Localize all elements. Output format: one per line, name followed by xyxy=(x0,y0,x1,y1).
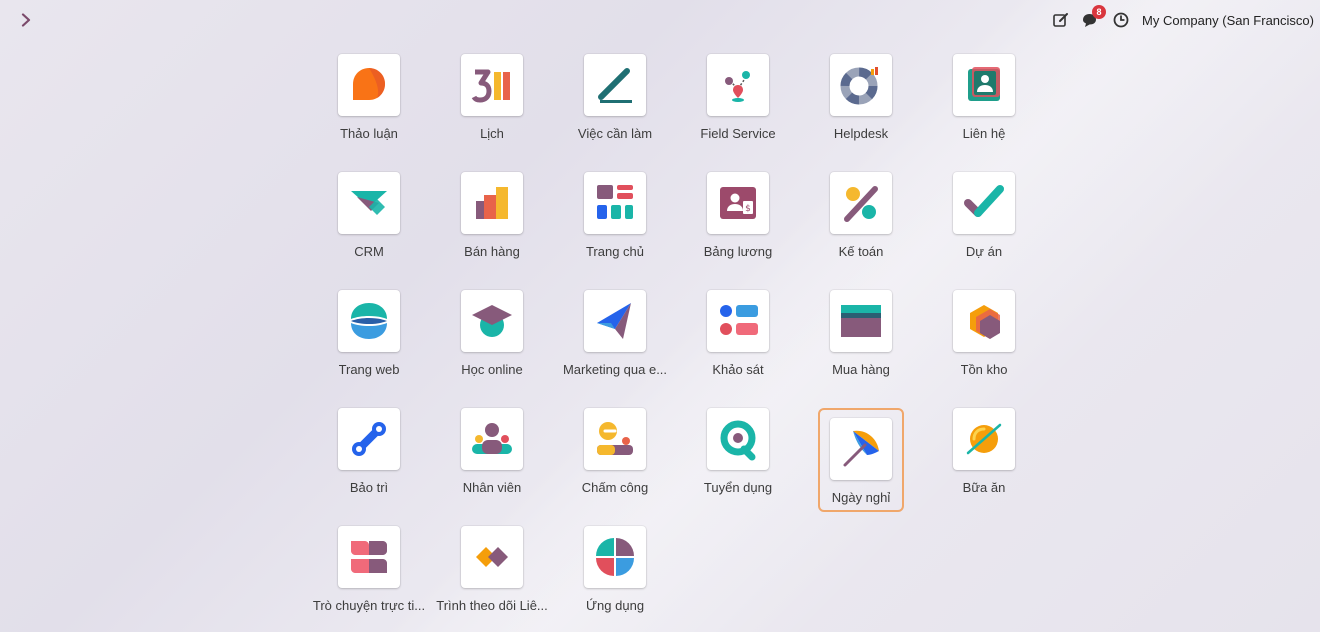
app-helpdesk[interactable]: Helpdesk xyxy=(800,44,922,162)
app-label: Học online xyxy=(461,362,523,377)
contacts-icon xyxy=(968,67,1000,101)
app-label: Mua hàng xyxy=(832,362,890,377)
calendar-icon xyxy=(471,69,510,103)
company-switcher[interactable]: My Company (San Francisco) xyxy=(1142,13,1314,28)
discuss-icon xyxy=(353,68,385,100)
attendance-icon xyxy=(597,422,633,455)
apps-icon xyxy=(596,538,634,576)
app-time-off[interactable]: Ngày nghỉ xyxy=(818,408,904,512)
app-label: Ngày nghỉ xyxy=(831,490,891,505)
recruitment-icon xyxy=(720,420,756,461)
app-sales[interactable]: Bán hàng xyxy=(431,162,553,280)
app-purchase[interactable]: Mua hàng xyxy=(800,280,922,398)
app-label: Ứng dụng xyxy=(585,598,645,613)
link-tracker-icon xyxy=(476,547,508,567)
app-label: Trình theo dõi Liê... xyxy=(436,598,548,613)
app-project[interactable]: Dự án xyxy=(923,162,1045,280)
app-label: Field Service xyxy=(700,126,776,141)
app-label: CRM xyxy=(354,244,384,259)
app-website[interactable]: Trang web xyxy=(308,280,430,398)
employees-icon xyxy=(472,423,512,454)
elearning-icon xyxy=(472,305,512,337)
website-icon xyxy=(351,303,387,339)
dashboard-icon xyxy=(597,185,633,219)
field-service-icon xyxy=(725,71,750,102)
accounting-icon xyxy=(844,186,878,222)
app-label: Lịch xyxy=(480,126,504,141)
app-apps[interactable]: Ứng dụng xyxy=(554,516,676,632)
app-employees[interactable]: Nhân viên xyxy=(431,398,553,516)
app-label: Chấm công xyxy=(581,480,649,495)
lunch-icon xyxy=(966,423,1002,455)
app-inventory[interactable]: Tồn kho xyxy=(923,280,1045,398)
app-attendance[interactable]: Chấm công xyxy=(554,398,676,516)
systray: 8 My Company (San Francisco) xyxy=(1050,5,1314,32)
app-label: Khảo sát xyxy=(712,362,764,377)
helpdesk-icon xyxy=(840,67,878,105)
app-field-service[interactable]: Field Service xyxy=(677,44,799,162)
project-icon xyxy=(964,185,1004,217)
clock-icon xyxy=(1113,12,1129,28)
messages-button[interactable]: 8 xyxy=(1080,5,1107,31)
inventory-icon xyxy=(970,305,1000,339)
payroll-icon: $ xyxy=(720,187,756,219)
app-lunch[interactable]: Bữa ăn xyxy=(923,398,1045,516)
app-label: Marketing qua e... xyxy=(562,362,668,377)
app-live-chat[interactable]: Trò chuyện trực ti... xyxy=(308,516,430,632)
survey-icon xyxy=(720,305,758,335)
app-label: Thảo luận xyxy=(340,126,398,141)
app-label: Helpdesk xyxy=(833,126,889,141)
app-accounting[interactable]: Kế toán xyxy=(800,162,922,280)
app-contacts[interactable]: Liên hệ xyxy=(923,44,1045,162)
app-link-tracker[interactable]: Trình theo dõi Liê... xyxy=(431,516,553,632)
app-elearning[interactable]: Học online xyxy=(431,280,553,398)
app-calendar[interactable]: Lịch xyxy=(431,44,553,162)
activities-button[interactable] xyxy=(1110,9,1132,31)
app-label: Trò chuyện trực ti... xyxy=(312,598,426,613)
app-label: Bảng lương xyxy=(703,244,773,259)
app-label: Bảo trì xyxy=(349,480,389,495)
app-survey[interactable]: Khảo sát xyxy=(677,280,799,398)
app-label: Tồn kho xyxy=(960,362,1008,377)
app-discuss[interactable]: Thảo luận xyxy=(308,44,430,162)
svg-text:$: $ xyxy=(745,204,751,214)
app-label: Việc cần làm xyxy=(577,126,653,141)
email-marketing-icon xyxy=(597,303,631,339)
maintenance-icon xyxy=(352,422,386,456)
messages-badge: 8 xyxy=(1092,5,1107,19)
app-label: Trang chủ xyxy=(585,244,645,259)
live-chat-icon xyxy=(351,541,387,573)
app-recruitment[interactable]: Tuyển dụng xyxy=(677,398,799,516)
app-label: Bán hàng xyxy=(464,244,520,259)
app-label: Kế toán xyxy=(838,244,884,259)
todo-icon xyxy=(598,68,632,103)
sidebar-toggle-button[interactable] xyxy=(16,10,36,30)
app-payroll[interactable]: $ Bảng lương xyxy=(677,162,799,280)
top-bar: 8 My Company (San Francisco) xyxy=(0,0,1320,40)
app-maintenance[interactable]: Bảo trì xyxy=(308,398,430,516)
app-todo[interactable]: Việc cần làm xyxy=(554,44,676,162)
app-label: Dự án xyxy=(965,244,1003,259)
app-label: Trang web xyxy=(338,362,400,377)
time-off-icon xyxy=(843,430,879,467)
crm-icon xyxy=(351,191,387,215)
app-label: Bữa ăn xyxy=(962,480,1006,495)
edit-note-button[interactable] xyxy=(1050,9,1072,31)
sales-icon xyxy=(476,187,508,219)
app-label: Nhân viên xyxy=(462,480,522,495)
app-grid: Thảo luận Lịch Việc cần làm Field Servic… xyxy=(308,44,1044,632)
app-label: Liên hệ xyxy=(962,126,1006,141)
app-label: Tuyển dụng xyxy=(703,480,773,495)
edit-note-icon xyxy=(1053,13,1069,27)
app-crm[interactable]: CRM xyxy=(308,162,430,280)
chevron-right-icon xyxy=(21,13,31,27)
app-email-marketing[interactable]: Marketing qua e... xyxy=(554,280,676,398)
purchase-icon xyxy=(841,305,881,337)
app-dashboard[interactable]: Trang chủ xyxy=(554,162,676,280)
